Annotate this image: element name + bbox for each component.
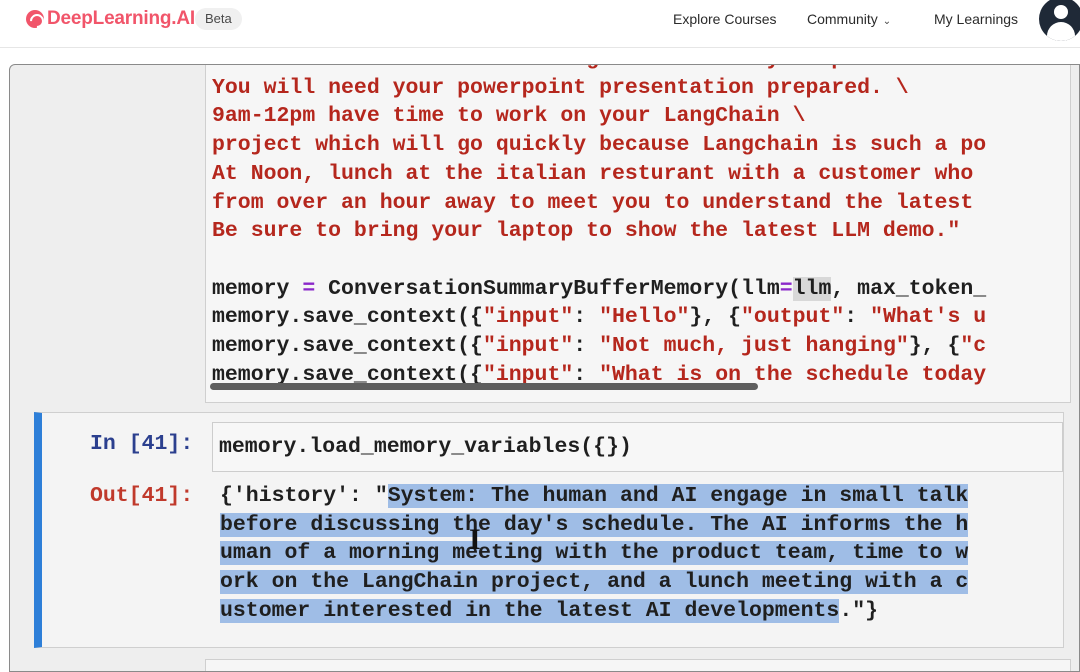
code-input-editor[interactable]: memory.load_memory_variables({}) [212,422,1063,472]
beta-badge: Beta [195,8,242,30]
selected-text[interactable]: ork on the LangChain project, and a lunc… [220,570,969,595]
output-prompt: Out[41]: [90,484,194,508]
code-line: memory = ConversationSummaryBufferMemory… [212,276,987,301]
nav-community-label: Community [807,11,878,27]
text-cursor-icon: I [469,523,481,556]
code-cell-next[interactable] [205,659,1071,671]
selected-text[interactable]: System: The human and AI engage in small… [387,484,969,508]
brand-logo[interactable]: DeepLearning.AI [26,8,195,30]
cell-output[interactable]: {'history': "System: The human and AI en… [220,482,969,626]
output-line: ustomer interested in the latest AI deve… [220,597,968,626]
output-line: ork on the LangChain project, and a lunc… [220,568,969,597]
code-line: project which will go quickly because La… [212,133,987,158]
nav-community[interactable]: Community ⌄ [807,10,891,31]
output-line: before discussing the day's schedule. Th… [220,511,969,540]
code-line: You will need your powerpoint presentati… [212,75,909,100]
code-line: memory.save_context({"input": "Hello"}, … [212,305,987,330]
nav-explore-courses[interactable]: Explore Courses [673,10,777,28]
output-prefix: {'history': " [220,484,388,508]
avatar-head-shape [1054,5,1068,19]
code-line: Be sure to bring your laptop to show the… [212,219,961,244]
code-input-text: memory.load_memory_variables({}) [219,435,632,459]
code-line: At Noon, lunch at the italian resturant … [212,161,974,186]
code-line: 9am-12pm have time to work on your LangC… [212,104,806,129]
chevron-down-icon: ⌄ [882,16,892,27]
avatar-body-shape [1047,22,1075,41]
deeplearning-logo-icon [26,10,44,28]
selected-text[interactable]: uman of a morning meeting with the produ… [220,541,969,566]
top-nav-bar: DeepLearning.AI Beta Explore Courses Com… [0,0,1080,48]
code-cell-active[interactable]: In [41]: memory.load_memory_variables({}… [34,412,1064,648]
output-line: {'history': "System: The human and AI en… [220,482,969,511]
code-lines: schedule = "There is a meeting at 8am wi… [212,65,999,389]
output-suffix: ."} [839,598,879,623]
code-cell-schedule[interactable]: schedule = "There is a meeting at 8am wi… [205,65,1071,403]
nav-my-learnings[interactable]: My Learnings [934,10,1018,28]
brand-name: DeepLearning.AI [47,8,195,29]
user-avatar[interactable] [1039,0,1080,41]
selected-text[interactable]: before discussing the day's schedule. Th… [220,512,969,537]
video-player-frame[interactable]: schedule = "There is a meeting at 8am wi… [9,64,1080,672]
code-line: memory.save_context({"input": "Not much,… [212,334,987,359]
selected-text[interactable]: ustomer interested in the latest AI deve… [220,598,840,623]
horizontal-scrollbar[interactable] [210,383,758,390]
output-line: uman of a morning meeting with the produ… [220,539,969,568]
input-prompt: In [41]: [90,432,194,456]
code-line: schedule = "There is a meeting at 8am wi… [212,65,999,74]
code-line: from over an hour away to meet you to un… [212,190,974,215]
